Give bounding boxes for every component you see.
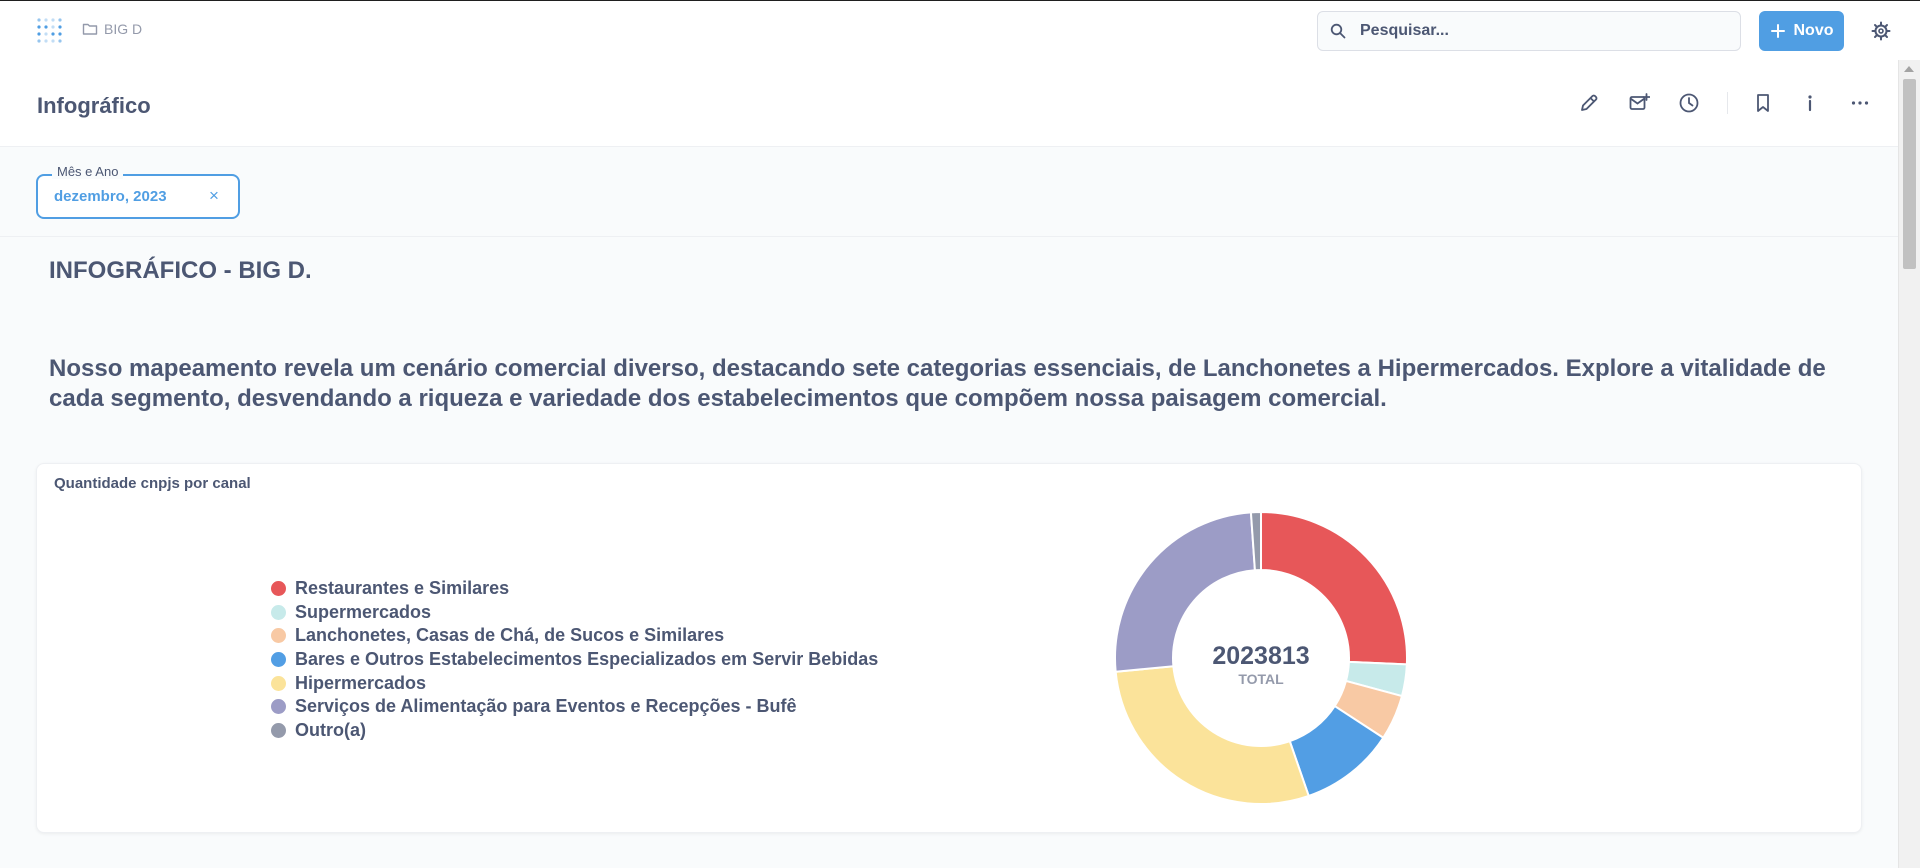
legend-label: Outro(a) [295,719,366,740]
page-title[interactable]: Infográfico [37,93,151,119]
legend-label: Bares e Outros Estabelecimentos Especial… [295,649,879,670]
clear-filter-icon[interactable]: × [209,186,219,206]
more-options-icon[interactable] [1849,92,1871,114]
legend-swatch [271,628,286,644]
legend-label: Restaurantes e Similares [295,578,510,599]
app-logo-icon[interactable] [36,17,64,45]
donut-total-value: 2023813 [1212,642,1309,670]
legend-item[interactable]: Bares e Outros Estabelecimentos Especial… [271,648,878,672]
donut-chart: 2023813TOTAL [1114,510,1408,805]
legend-swatch [271,604,286,620]
search-input[interactable]: Pesquisar... [1317,11,1741,51]
legend-item[interactable]: Serviços de Alimentação para Eventos e R… [271,695,878,719]
legend-item[interactable]: Supermercados [271,601,878,625]
scrollbar-thumb[interactable] [1903,79,1916,269]
legend-item[interactable]: Restaurantes e Similares [271,577,878,601]
new-button-label: Novo [1793,22,1834,39]
intro-text: Nosso mapeamento revela um cenário comer… [49,355,1826,412]
legend-label: Lanchonetes, Casas de Chá, de Sucos e Si… [295,625,725,646]
legend-label: Supermercados [295,601,432,622]
legend-swatch [271,675,286,691]
scroll-up-arrow-icon[interactable] [1904,66,1914,72]
gear-icon[interactable] [1871,21,1891,41]
chart-card: Quantidade cnpjs por canal Restaurantes … [36,463,1862,833]
header-divider [1727,92,1728,114]
legend-item[interactable]: Lanchonetes, Casas de Chá, de Sucos e Si… [271,624,878,648]
bookmark-icon[interactable] [1752,92,1774,114]
donut-total-label: TOTAL [1238,671,1284,687]
chart-legend: Restaurantes e Similares Supermercados Lan… [271,577,878,742]
legend-item[interactable]: Hipermercados [271,671,878,695]
dashboard-header: Infográfico [0,60,1898,147]
filter-label: Mês e Ano [52,164,124,179]
legend-swatch [271,581,286,597]
history-icon[interactable] [1678,92,1700,114]
new-button[interactable]: Novo [1759,11,1844,51]
legend-item[interactable]: Outro(a) [271,719,878,743]
breadcrumb-collection[interactable]: BIG D [104,21,142,37]
legend-label: Hipermercados [295,672,427,693]
page-scrollbar[interactable] [1898,60,1920,868]
breadcrumb[interactable]: BIG D [82,21,142,37]
pencil-icon[interactable] [1578,92,1600,114]
dashboard-headline: INFOGRÁFICO - BIG D. [49,257,312,284]
month-year-filter[interactable]: Mês e Ano dezembro, 2023 × [36,164,240,219]
search-placeholder: Pesquisar... [1360,22,1449,39]
legend-label: Serviços de Alimentação para Eventos e R… [295,696,797,717]
plus-icon [1770,24,1785,38]
folder-icon [82,23,98,35]
info-icon[interactable] [1799,92,1821,114]
filter-value[interactable]: dezembro, 2023 [54,188,167,205]
legend-swatch [271,652,286,668]
top-navigation: BIG D Pesquisar... Novo [0,0,1920,60]
legend-swatch [271,699,286,715]
dashboard-content: INFOGRÁFICO - BIG D. Nosso mapeamento re… [0,237,1898,868]
subscription-icon[interactable] [1628,92,1650,114]
filter-bar: Mês e Ano dezembro, 2023 × [0,147,1898,237]
search-icon [1330,23,1346,39]
card-title[interactable]: Quantidade cnpjs por canal [54,475,251,492]
legend-swatch [271,722,286,738]
